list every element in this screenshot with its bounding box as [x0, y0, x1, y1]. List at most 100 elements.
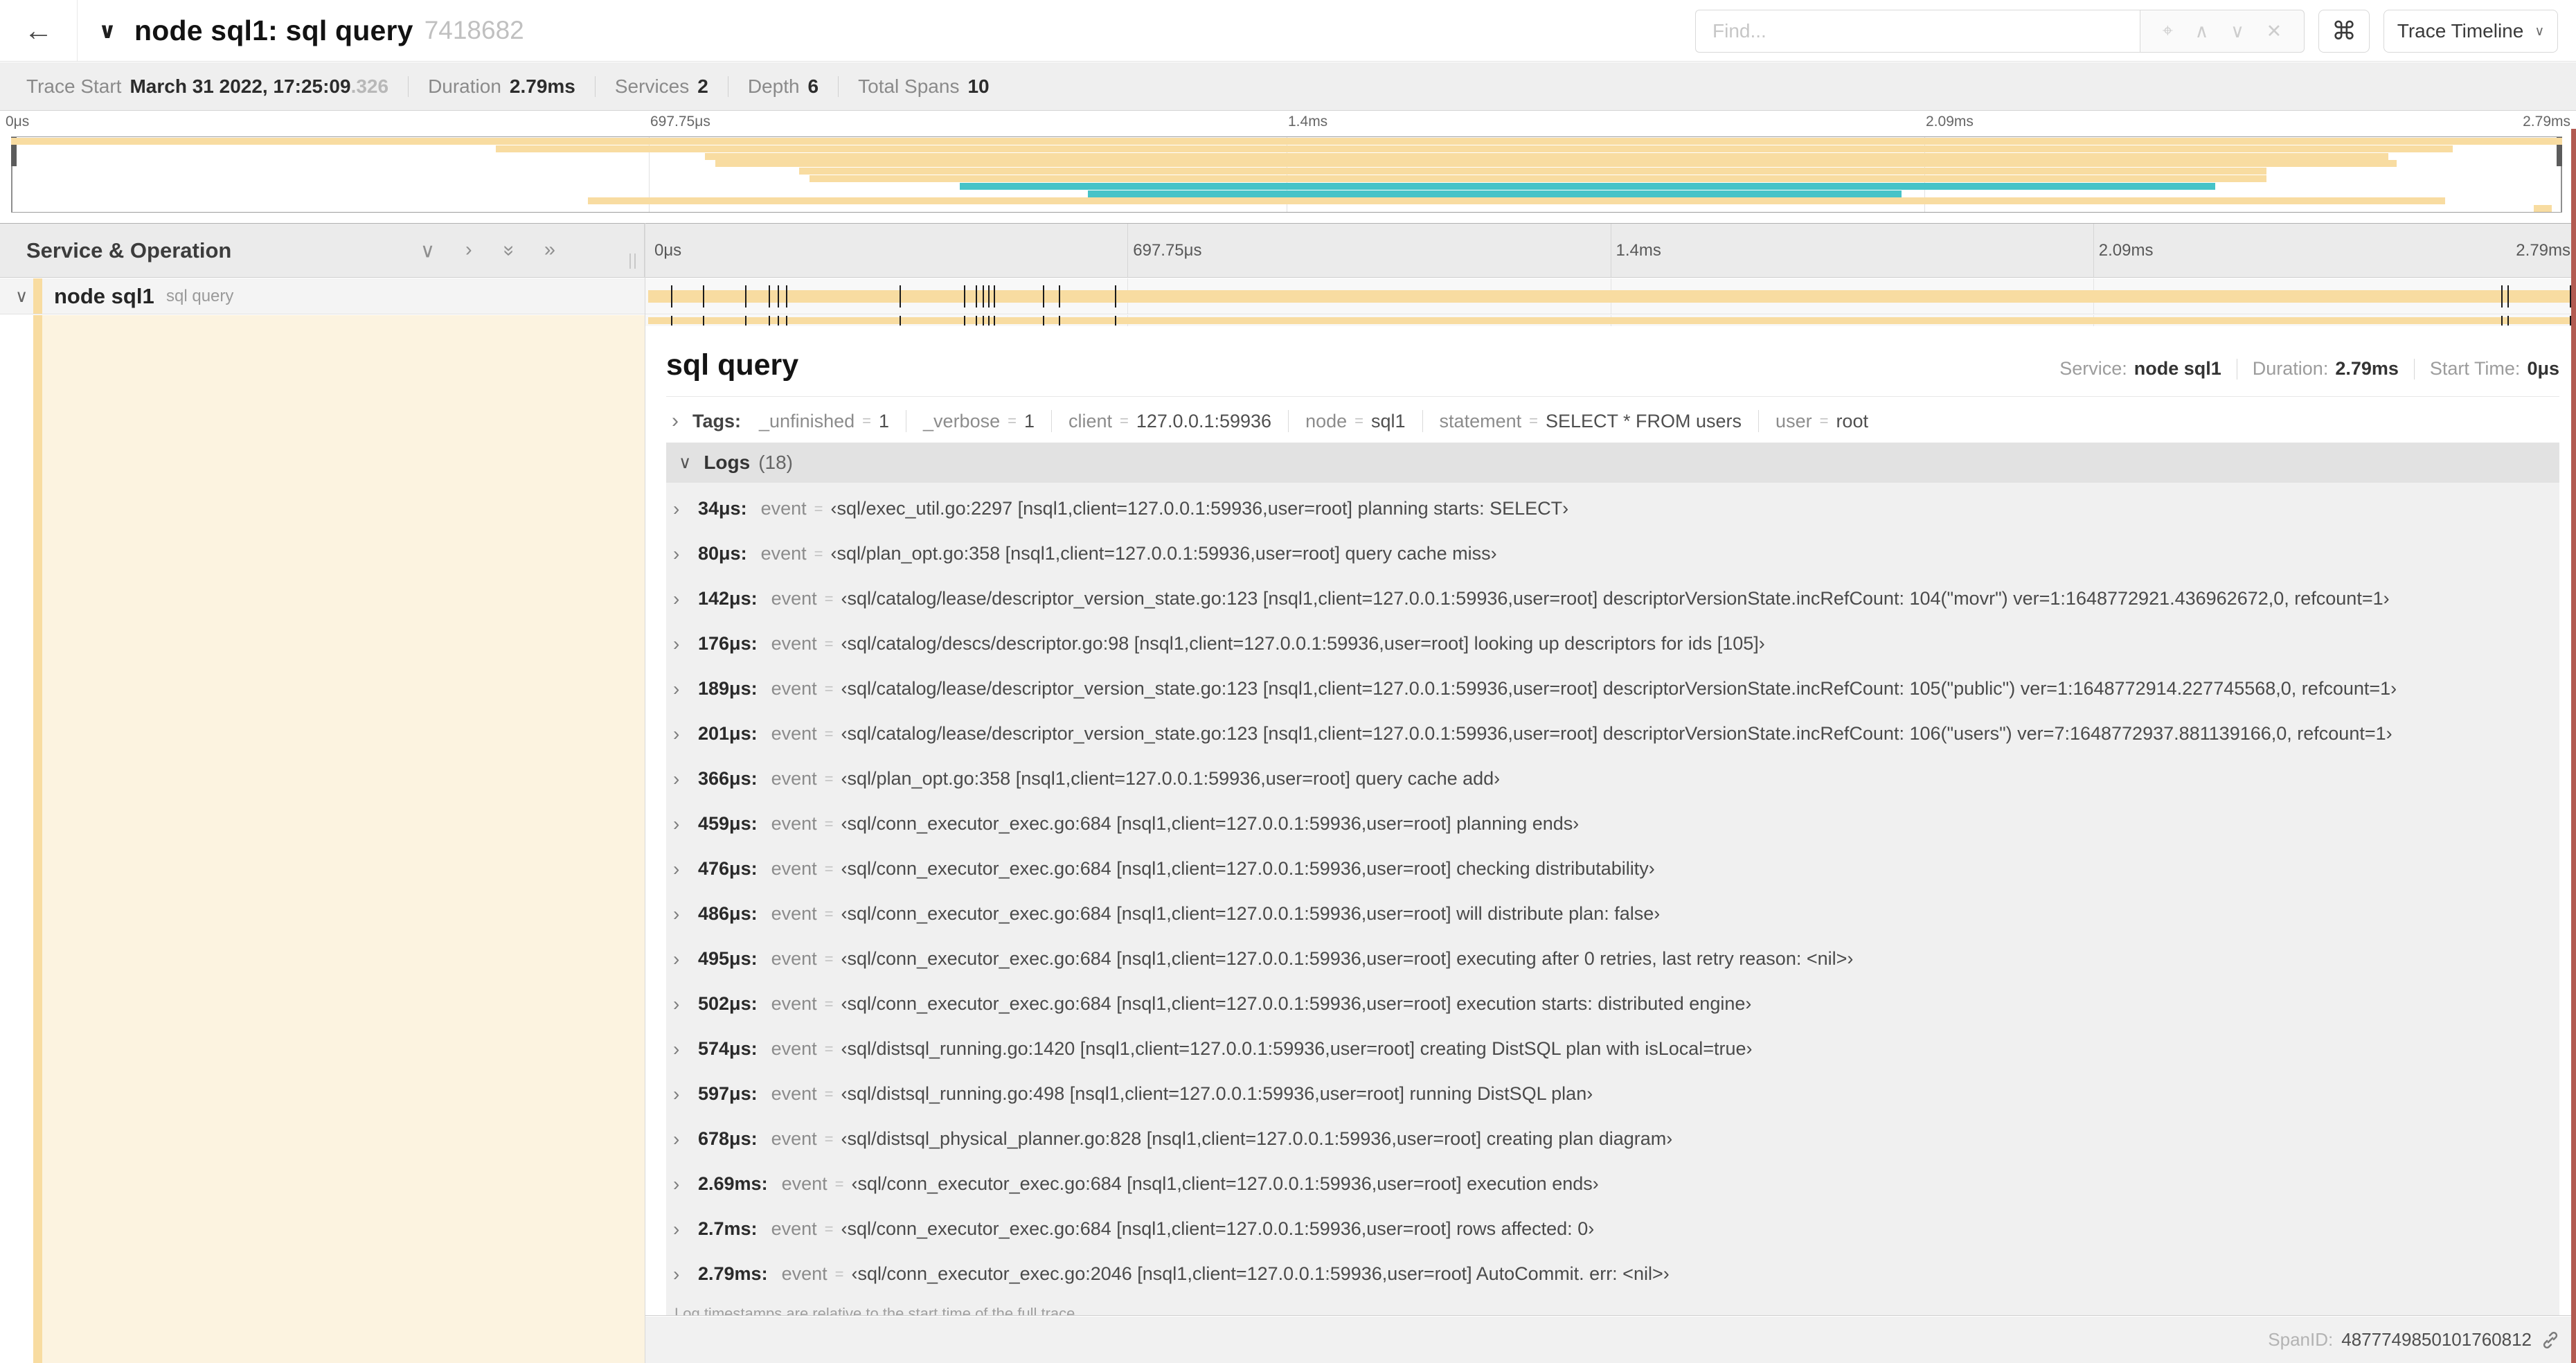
tag-key: client — [1068, 410, 1113, 431]
log-timestamp: 597μs: — [698, 1083, 758, 1104]
tag-item: _unfinished = 1 — [759, 411, 889, 432]
chevron-down-icon[interactable]: ∨ — [15, 286, 28, 307]
log-timestamp: 502μs: — [698, 993, 758, 1014]
find-group: ⌖ ∧ ∨ ✕ — [1695, 10, 2305, 53]
chevron-right-icon: › — [673, 632, 680, 654]
log-entry-row[interactable]: › 366μs: event = ‹sql/plan_opt.go:358 [nsql1… — [673, 756, 2559, 801]
logs-note: Log timestamps are relative to the start… — [674, 1305, 1080, 1316]
log-marker-tick — [1114, 316, 1116, 326]
log-field-value: ‹sql/catalog/descs/descriptor.go:98 [nsq… — [841, 633, 1765, 654]
log-marker-tick — [982, 285, 984, 308]
clear-find-icon[interactable]: ✕ — [2266, 21, 2282, 42]
log-entry-row[interactable]: › 2.79ms: event = ‹sql/conn_executor_exec.go… — [673, 1251, 2559, 1297]
chevron-right-icon: › — [672, 409, 679, 432]
locate-icon[interactable]: ⌖ — [2163, 20, 2173, 42]
log-entry-row[interactable]: › 597μs: event = ‹sql/distsql_running.go:498… — [673, 1071, 2559, 1116]
log-marker-tick — [745, 316, 747, 326]
top-bar: ← ∨ node sql1: sql query 7418682 ⌖ ∧ ∨ ✕… — [0, 0, 2576, 62]
expand-all-icon[interactable]: » — [544, 238, 555, 262]
chevron-right-icon: › — [673, 992, 680, 1015]
log-entry-row[interactable]: › 678μs: event = ‹sql/distsql_physical_plann… — [673, 1116, 2559, 1161]
log-field-value: ‹sql/conn_executor_exec.go:684 [nsql1,cl… — [841, 948, 1854, 969]
log-entry-row[interactable]: › 574μs: event = ‹sql/distsql_running.go:142… — [673, 1026, 2559, 1071]
trace-minimap[interactable] — [11, 136, 2562, 213]
column-resize-grip[interactable] — [629, 253, 636, 269]
log-equals: = — [814, 499, 823, 517]
scrollbar[interactable] — [2571, 129, 2576, 1363]
tag-equals: = — [862, 412, 871, 429]
span-detail-panel: sql query Service: node sql1 Duration: 2.79… — [645, 326, 2576, 1316]
log-entry-row[interactable]: › 2.7ms: event = ‹sql/conn_executor_exec.go:… — [673, 1206, 2559, 1251]
view-selector-button[interactable]: Trace Timeline ∨ — [2383, 10, 2558, 53]
tags-row[interactable]: › Tags: _unfinished = 1 _verbose = 1 client = 12… — [666, 397, 2559, 443]
stat-label: Trace Start — [26, 75, 122, 97]
stat-label: Depth — [747, 75, 800, 97]
find-input[interactable] — [1695, 10, 2140, 53]
log-marker-tick — [1043, 285, 1045, 308]
log-entry-row[interactable]: › 459μs: event = ‹sql/conn_executor_exec.go:… — [673, 801, 2559, 846]
log-entry-row[interactable]: › 34μs: event = ‹sql/exec_util.go:2297 [nsql… — [673, 486, 2559, 531]
collapse-trace-icon[interactable]: ∨ — [98, 17, 116, 44]
keyboard-shortcuts-button[interactable]: ⌘ — [2318, 10, 2370, 53]
log-entry-row[interactable]: › 176μs: event = ‹sql/catalog/descs/descript… — [673, 621, 2559, 666]
log-field-value: ‹sql/conn_executor_exec.go:684 [nsql1,cl… — [851, 1173, 1599, 1194]
log-entry-row[interactable]: › 2.69ms: event = ‹sql/conn_executor_exec.go… — [673, 1161, 2559, 1206]
log-timestamp: 176μs: — [698, 633, 758, 654]
log-field-key: event — [771, 1038, 817, 1059]
log-equals: = — [814, 544, 823, 562]
log-timestamp: 366μs: — [698, 768, 758, 789]
span-name-cell[interactable]: ∨ node sql1 sql query — [0, 278, 645, 314]
log-marker-tick — [993, 285, 995, 308]
chevron-right-icon: › — [673, 947, 680, 970]
log-timestamp: 2.7ms: — [698, 1218, 758, 1239]
tag-item: _verbose = 1 — [923, 411, 1035, 432]
chevron-right-icon: › — [673, 902, 680, 925]
log-entry-row[interactable]: › 201μs: event = ‹sql/catalog/lease/descript… — [673, 711, 2559, 756]
expand-one-icon[interactable]: › — [465, 238, 472, 262]
minimap-left-scrubber[interactable] — [11, 137, 17, 212]
info-value: node sql1 — [2134, 358, 2221, 379]
next-match-icon[interactable]: ∨ — [2230, 21, 2244, 42]
minimap-tick-label: 0μs — [6, 114, 30, 130]
info-label: Duration: — [2252, 358, 2329, 379]
back-button[interactable]: ← — [0, 0, 78, 61]
deep-link-icon[interactable] — [2540, 1330, 2561, 1351]
log-field-value: ‹sql/conn_executor_exec.go:684 [nsql1,cl… — [841, 993, 1752, 1014]
log-entry-row[interactable]: › 502μs: event = ‹sql/conn_executor_exec.go:… — [673, 981, 2559, 1026]
prev-match-icon[interactable]: ∧ — [2195, 21, 2209, 42]
span-tree-gutter — [0, 315, 645, 1363]
log-field-value: ‹sql/plan_opt.go:358 [nsql1,client=127.0… — [841, 768, 1501, 789]
chevron-right-icon: › — [673, 857, 680, 880]
log-field-value: ‹sql/plan_opt.go:358 [nsql1,client=127.0… — [830, 543, 1497, 564]
log-field-key: event — [771, 588, 817, 609]
log-entry-row[interactable]: › 142μs: event = ‹sql/catalog/lease/descript… — [673, 576, 2559, 621]
logs-block: ∨ Logs (18) › 34μs: event = ‹sql/exec_util.g… — [666, 443, 2559, 1316]
log-entry-row[interactable]: › 486μs: event = ‹sql/conn_executor_exec.go:… — [673, 891, 2559, 936]
tag-value: SELECT * FROM users — [1545, 410, 1742, 431]
log-field-key: event — [771, 1128, 817, 1149]
logs-header[interactable]: ∨ Logs (18) — [666, 443, 2559, 483]
ruler-tick-label: 0μs — [654, 240, 682, 260]
find-controls: ⌖ ∧ ∨ ✕ — [2140, 10, 2305, 53]
tags-label: Tags: — [692, 410, 742, 431]
log-entry-row[interactable]: › 495μs: event = ‹sql/conn_executor_exec.go:… — [673, 936, 2559, 981]
back-arrow-icon: ← — [24, 14, 53, 46]
collapse-all-icon[interactable]: » — [496, 244, 520, 256]
log-field-key: event — [781, 1263, 828, 1284]
logs-label: Logs — [704, 452, 751, 473]
log-marker-tick — [769, 316, 771, 326]
collapse-one-icon[interactable]: ∨ — [420, 238, 435, 262]
minimap-right-scrubber[interactable] — [2557, 137, 2562, 212]
chevron-down-icon: ∨ — [679, 453, 692, 472]
log-field-value: ‹sql/exec_util.go:2297 [nsql1,client=127… — [830, 498, 1569, 519]
logs-count: (18) — [758, 452, 793, 473]
log-entry-row[interactable]: › 189μs: event = ‹sql/catalog/lease/descript… — [673, 666, 2559, 711]
span-duration-bar[interactable] — [648, 285, 2571, 308]
log-entry-row[interactable]: › 80μs: event = ‹sql/plan_opt.go:358 [nsql1,… — [673, 531, 2559, 576]
log-field-value: ‹sql/distsql_running.go:1420 [nsql1,clie… — [841, 1038, 1753, 1059]
selected-span-bar[interactable] — [648, 316, 2571, 326]
span-detail-title: sql query — [666, 348, 799, 382]
log-timestamp: 142μs: — [698, 588, 758, 609]
log-timestamp: 495μs: — [698, 948, 758, 969]
log-entry-row[interactable]: › 476μs: event = ‹sql/conn_executor_exec.go:… — [673, 846, 2559, 891]
